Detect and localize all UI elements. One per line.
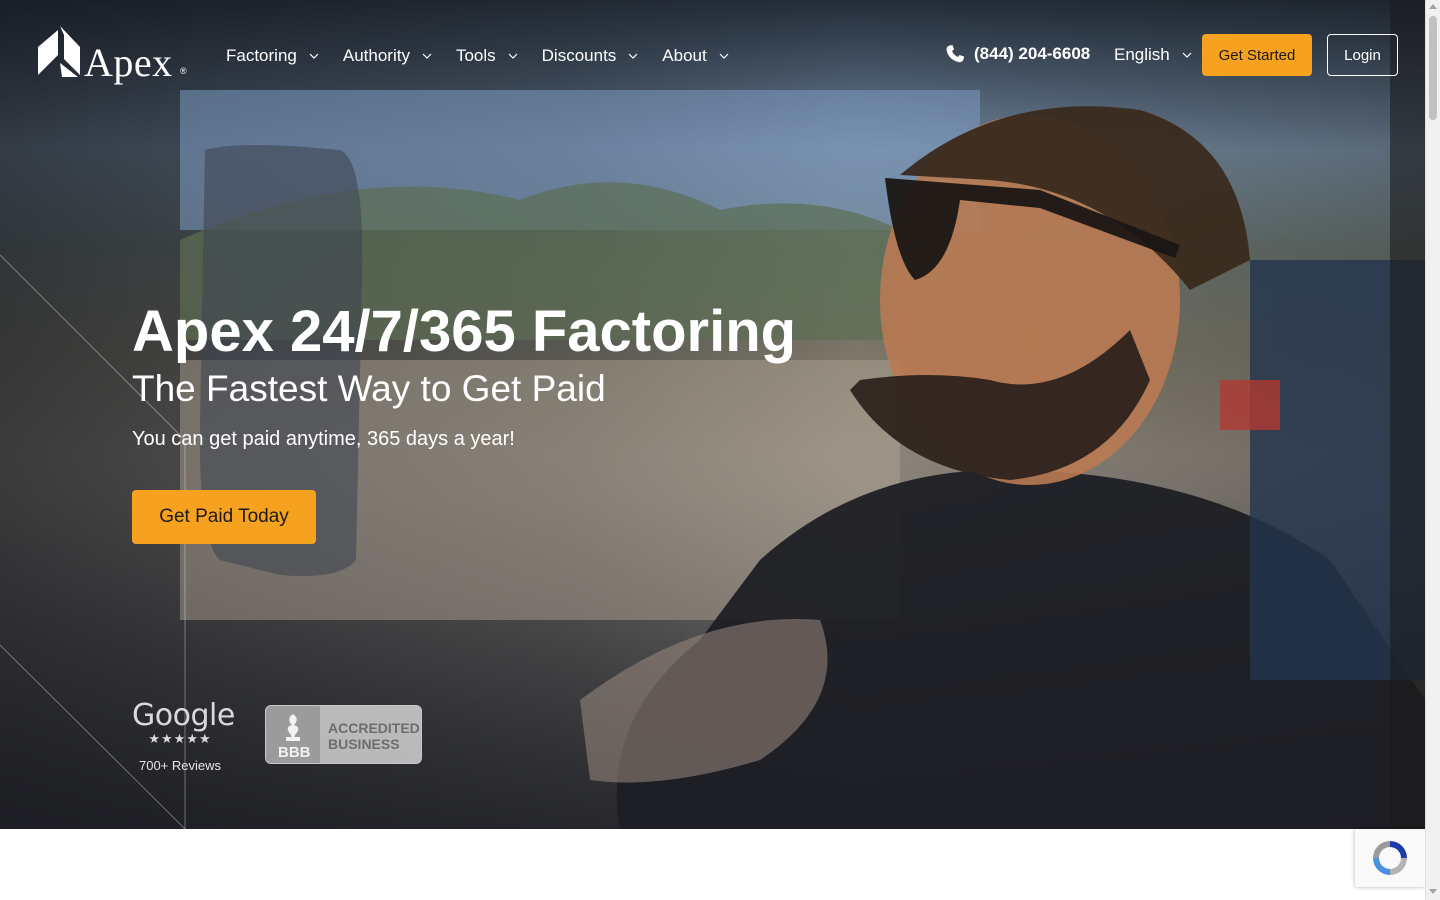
recaptcha-icon [1373,841,1407,875]
get-started-button[interactable]: Get Started [1202,34,1312,76]
google-wordmark: Google [132,698,235,733]
scroll-down-arrow-icon[interactable] [1429,889,1437,894]
menu-item-label: Factoring [226,46,297,65]
top-navigation: Apex ® Factoring Authority Tools Discoun… [0,0,1425,110]
menu-item-discounts[interactable]: Discounts [542,44,639,68]
phone-icon [946,45,964,63]
menu-item-label: Authority [342,46,410,65]
recaptcha-badge[interactable] [1355,829,1425,887]
scroll-up-arrow-icon[interactable] [1429,4,1437,9]
chevron-down-icon [1182,52,1192,58]
login-button[interactable]: Login [1327,34,1398,76]
hero-subtitle: The Fastest Way to Get Paid [132,368,606,409]
get-paid-today-button[interactable]: Get Paid Today [132,490,316,544]
main-menu: Factoring Authority Tools Discounts Abou… [226,44,753,68]
hero-description: You can get paid anytime, 365 days a yea… [132,428,515,450]
logo-wordmark: Apex [84,40,173,85]
phone-link[interactable]: (844) 204-6608 [945,44,1090,64]
menu-item-factoring[interactable]: Factoring [226,44,319,68]
page-scrollbar[interactable] [1425,0,1440,900]
bbb-torch-icon [286,714,300,742]
chevron-down-icon [309,53,319,59]
menu-item-about[interactable]: About [662,44,729,68]
bbb-line-business: BUSINESS [328,736,400,752]
menu-item-label: About [662,46,707,65]
menu-item-authority[interactable]: Authority [343,44,432,68]
bbb-accreditation-text: ACCREDITED BUSINESS [328,720,420,752]
chevron-down-icon [719,53,729,59]
menu-item-label: Discounts [541,46,617,65]
bbb-logo-block: BBB [266,706,320,763]
scrollbar-thumb[interactable] [1429,16,1437,120]
phone-number: (844) 204-6608 [974,44,1091,63]
registered-mark: ® [180,66,187,76]
language-selector[interactable]: English [1114,45,1192,65]
language-label: English [1114,45,1170,64]
menu-item-label: Tools [455,46,496,65]
apex-logo[interactable]: Apex ® [38,25,190,87]
menu-item-tools[interactable]: Tools [456,44,518,68]
hero-section: Apex ® Factoring Authority Tools Discoun… [0,0,1425,829]
bbb-label: BBB [278,744,311,761]
chevron-down-icon [422,53,432,59]
apex-logo-icon [38,26,80,77]
chevron-down-icon [628,53,638,59]
bbb-accredited-badge[interactable]: BBB ACCREDITED BUSINESS [265,705,422,764]
rating-stars-icon: ★★★★★ [148,731,212,746]
review-count: 700+ Reviews [138,758,222,773]
chevron-down-icon [508,53,518,59]
hero-title: Apex 24/7/365 Factoring [132,299,797,364]
google-reviews-badge[interactable]: Google ★★★★★ 700+ Reviews [132,698,235,774]
bbb-line-accredited: ACCREDITED [328,720,420,736]
